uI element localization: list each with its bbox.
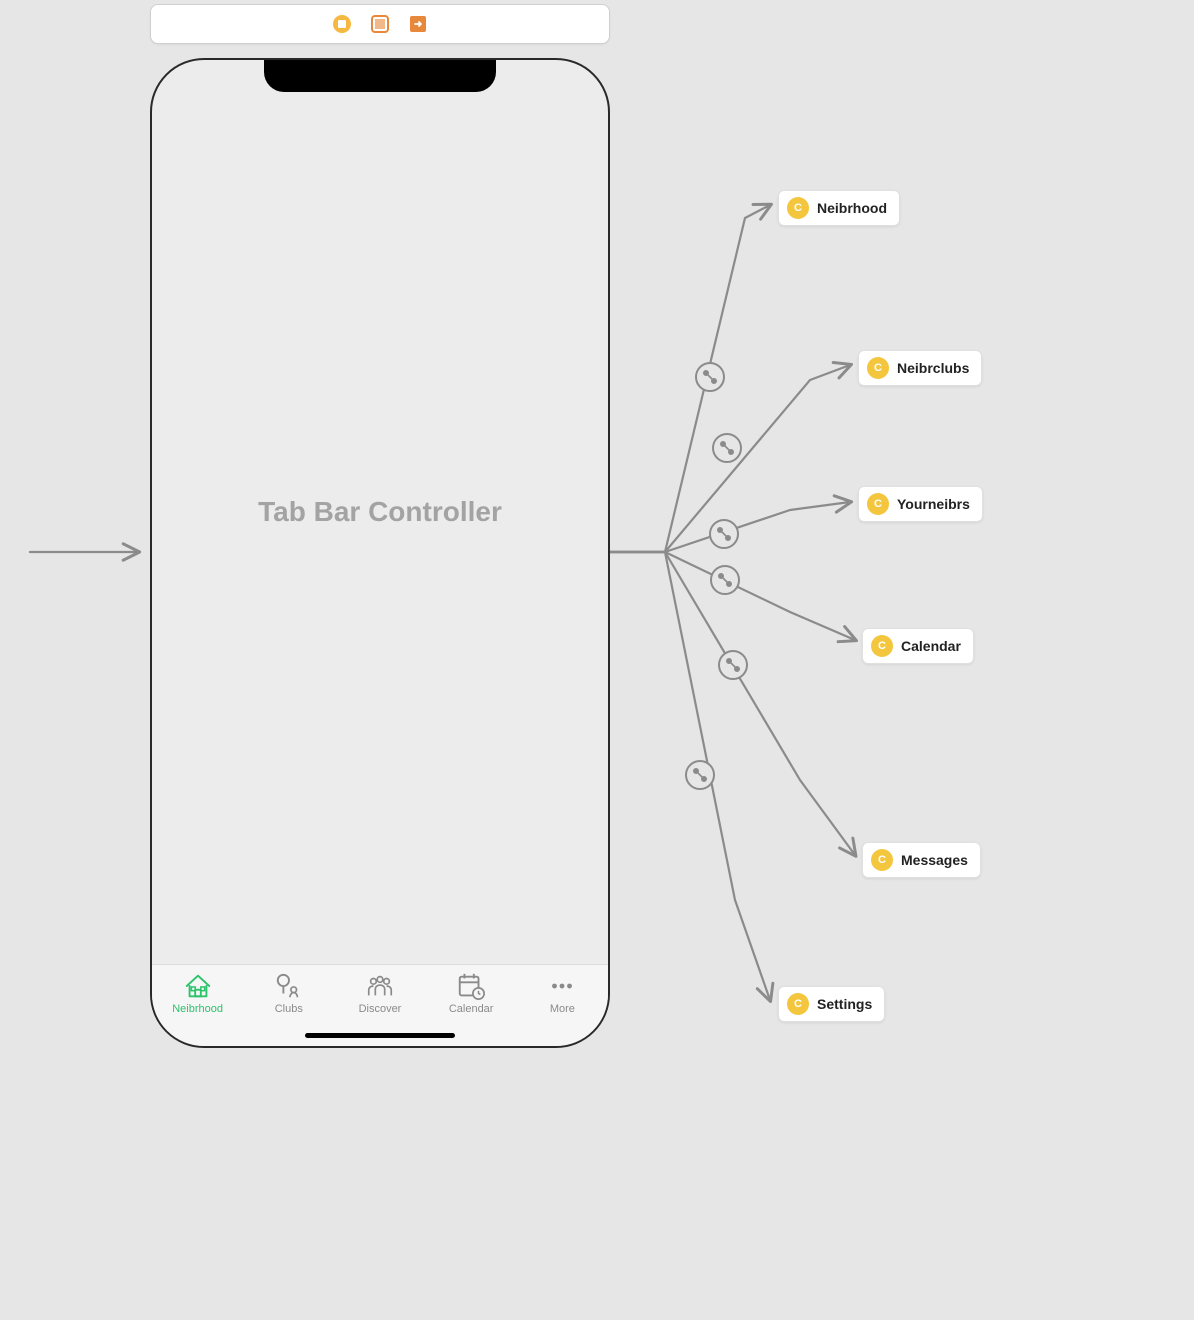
controller-icon: C (787, 993, 809, 1015)
tab-label: Neibrhood (172, 1003, 223, 1015)
chip-label: Neibrclubs (897, 360, 969, 376)
scene-toolbar[interactable] (150, 4, 610, 44)
controller-icon: C (871, 635, 893, 657)
tab-label: Calendar (449, 1003, 494, 1015)
controller-icon: C (871, 849, 893, 871)
controller-icon: C (867, 357, 889, 379)
tab-label: More (550, 1003, 575, 1015)
destination-messages[interactable]: C Messages (862, 842, 981, 878)
destination-calendar[interactable]: C Calendar (862, 628, 974, 664)
house-icon (183, 971, 213, 1001)
exit-icon (408, 14, 428, 34)
chip-label: Messages (901, 852, 968, 868)
tab-discover[interactable]: Discover (340, 971, 420, 1015)
phone-content-area: Tab Bar Controller (152, 60, 608, 964)
tab-label: Discover (359, 1003, 402, 1015)
chip-label: Neibrhood (817, 200, 887, 216)
controller-icon: C (787, 197, 809, 219)
tree-people-icon (274, 971, 304, 1001)
tab-label: Clubs (275, 1003, 303, 1015)
controller-title: Tab Bar Controller (258, 496, 502, 528)
storyboard-entry-icon (332, 14, 352, 34)
chip-label: Calendar (901, 638, 961, 654)
first-responder-icon (370, 14, 390, 34)
chip-label: Settings (817, 996, 872, 1012)
destination-yourneibrs[interactable]: C Yourneibrs (858, 486, 983, 522)
destination-neibrhood[interactable]: C Neibrhood (778, 190, 900, 226)
tab-neibrhood[interactable]: Neibrhood (158, 971, 238, 1015)
destination-settings[interactable]: C Settings (778, 986, 885, 1022)
tab-calendar[interactable]: Calendar (431, 971, 511, 1015)
controller-icon: C (867, 493, 889, 515)
chip-label: Yourneibrs (897, 496, 970, 512)
tab-clubs[interactable]: Clubs (249, 971, 329, 1015)
ellipsis-icon (547, 971, 577, 1001)
home-indicator (305, 1033, 455, 1038)
destination-neibrclubs[interactable]: C Neibrclubs (858, 350, 982, 386)
phone-frame: Tab Bar Controller Neibrhood (150, 58, 610, 1048)
calendar-clock-icon (456, 971, 486, 1001)
tab-more[interactable]: More (522, 971, 602, 1015)
people-group-icon (365, 971, 395, 1001)
